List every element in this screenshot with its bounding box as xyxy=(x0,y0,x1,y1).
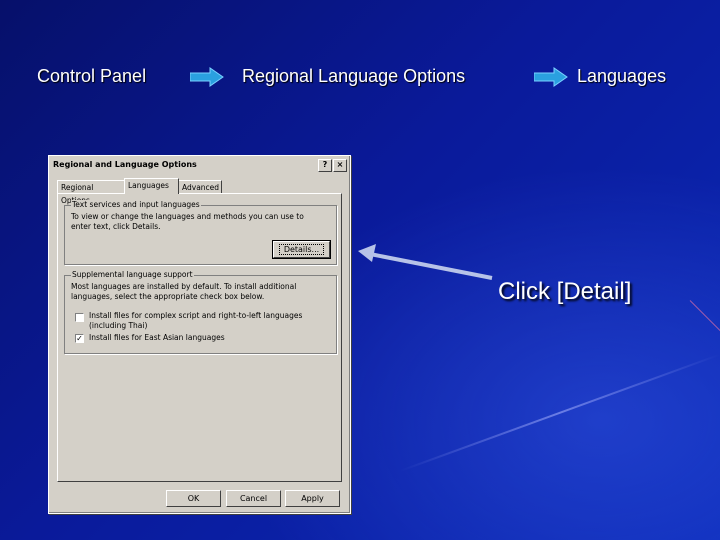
breadcrumb-control-panel: Control Panel xyxy=(37,66,147,86)
supplemental-language-group: Supplemental language support Most langu… xyxy=(64,270,337,354)
text-services-description: To view or change the languages and meth… xyxy=(71,212,304,231)
arrow-right-icon xyxy=(190,67,224,87)
breadcrumb-regional-language-options: Regional Language Options xyxy=(242,66,466,86)
tab-regional-options[interactable]: Regional Options xyxy=(57,180,125,205)
dialog-titlebar[interactable]: Regional and Language Options ? × xyxy=(51,158,348,172)
apply-button[interactable]: Apply xyxy=(285,490,340,507)
dialog-title: Regional and Language Options xyxy=(53,160,197,169)
background-streak xyxy=(399,353,720,472)
supplemental-description: Most languages are installed by default.… xyxy=(71,282,297,301)
text-services-group: Text services and input languages To vie… xyxy=(64,200,337,265)
help-button[interactable]: ? xyxy=(318,159,332,172)
background-streak xyxy=(689,300,720,344)
east-asian-label[interactable]: Install files for East Asian languages xyxy=(89,333,329,343)
callout-arrow-icon xyxy=(358,244,493,280)
click-detail-callout: Click [Detail] xyxy=(498,278,632,305)
tab-languages[interactable]: Languages xyxy=(124,178,179,194)
details-button[interactable]: Details... xyxy=(272,240,331,259)
supplemental-label: Supplemental language support xyxy=(71,270,194,279)
complex-script-label[interactable]: Install files for complex script and rig… xyxy=(89,311,329,331)
details-button-label: Details... xyxy=(278,244,325,255)
close-button[interactable]: × xyxy=(333,159,347,172)
cancel-button[interactable]: Cancel xyxy=(226,490,281,507)
arrow-right-icon xyxy=(534,67,568,87)
regional-language-options-dialog: Regional and Language Options ? × Region… xyxy=(48,155,351,514)
breadcrumb-languages: Languages xyxy=(577,66,667,86)
languages-panel: Text services and input languages To vie… xyxy=(57,193,342,482)
east-asian-checkbox[interactable]: ✓ xyxy=(75,334,84,343)
ok-button[interactable]: OK xyxy=(166,490,221,507)
tab-advanced[interactable]: Advanced xyxy=(178,180,222,193)
complex-script-checkbox[interactable] xyxy=(75,313,84,322)
text-services-label: Text services and input languages xyxy=(71,200,201,209)
